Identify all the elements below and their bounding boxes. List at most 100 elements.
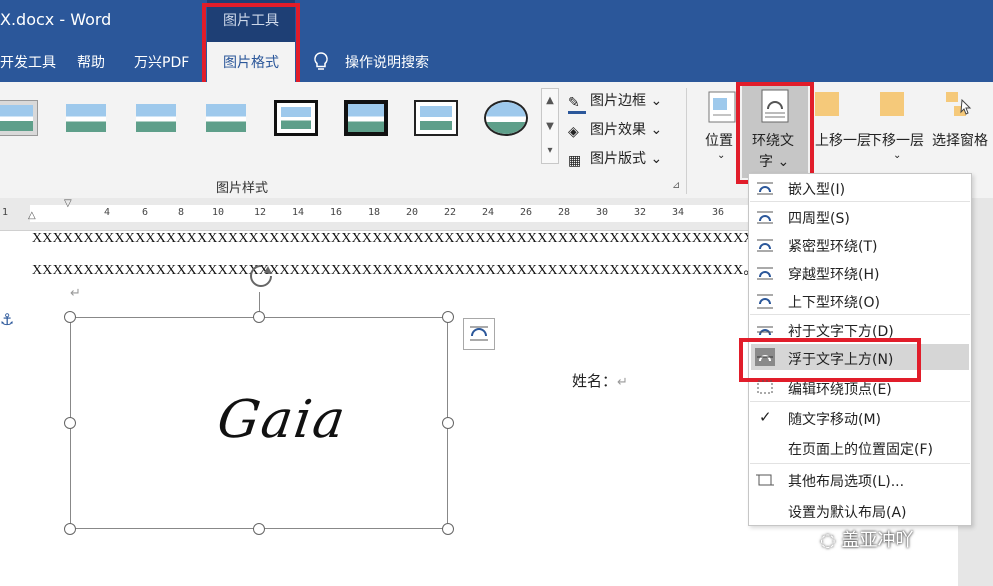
rotate-handle-icon[interactable] [246,262,276,292]
ribbon-divider [686,88,687,194]
checkmark-icon: ✓ [759,408,772,426]
highlight-picture-tools [202,3,300,87]
menu-item-set-default-layout[interactable]: 设置为默认布局(A) [788,502,907,522]
menu-item-inline[interactable]: 嵌入型(I) [788,179,845,199]
menu-item-through[interactable]: 穿越型环绕(H) [788,264,879,284]
resize-handle[interactable] [64,417,76,429]
ruler-tick: 12 [254,207,267,218]
tab-developer[interactable]: 开发工具 [0,52,56,72]
pen-icon: ✎ [568,95,586,114]
tab-wanxing-pdf[interactable]: 万兴PDF [134,52,189,72]
signature-text: Gaia [213,390,351,450]
anchor-icon[interactable]: ⚓ [0,310,14,329]
effects-icon: ◈ [568,124,579,140]
ruler-tick: 18 [368,207,381,218]
ruler-tick: 22 [444,207,457,218]
ruler-tick: 24 [482,207,495,218]
ruler-tick: 34 [672,207,685,218]
picture-style-1[interactable] [0,100,38,136]
tab-help[interactable]: 帮助 [77,52,105,72]
picture-style-6[interactable] [344,100,388,136]
position-icon [708,91,736,123]
menu-separator [750,401,970,402]
resize-handle[interactable] [253,311,265,323]
menu-item-square[interactable]: 四周型(S) [788,208,850,228]
resize-handle[interactable] [442,523,454,535]
ruler-tick: 8 [178,207,185,218]
ruler-tick: 36 [712,207,725,218]
highlight-in-front-of-text [739,338,921,382]
layout-options-button[interactable] [463,318,495,350]
resize-handle[interactable] [442,417,454,429]
edit-wrap-points-icon [755,378,775,396]
ruler-tick: 1 [2,207,9,218]
inline-wrap-icon [755,179,775,197]
gallery-more-icon[interactable]: ▾ [542,139,558,163]
highlight-wrap-text [736,82,814,184]
name-label: 姓名：↵ [572,372,628,390]
tight-wrap-icon [755,236,775,254]
watermark: ◌ 盖亚冲吖 [820,530,914,551]
gallery-scrollbar[interactable]: ▲ ▼ ▾ [541,88,559,164]
layout-options-icon [470,326,488,341]
more-layout-options-icon [755,471,775,489]
ruler-tick: 6 [142,207,149,218]
selection-pane-button[interactable]: 选择窗格 [932,130,988,150]
ruler-text-area [30,205,760,222]
menu-item-edit-wrap-points[interactable]: 编辑环绕顶点(E) [788,379,892,399]
position-button[interactable]: 位置 [705,130,733,150]
resize-handle[interactable] [442,311,454,323]
indent-marker-icon[interactable]: △ [28,210,36,221]
ruler-tick: 32 [634,207,647,218]
picture-style-5[interactable] [274,100,318,136]
title-bar [0,0,993,40]
menu-item-more-layout-options[interactable]: 其他布局选项(L)... [788,471,904,491]
menu-item-top-bottom[interactable]: 上下型环绕(O) [788,292,880,312]
gallery-down-icon[interactable]: ▼ [542,115,558,139]
ruler-tick: 14 [292,207,305,218]
menu-separator [750,314,970,315]
chevron-down-icon: ⌄ [717,150,726,161]
behind-text-icon [755,321,775,339]
dialog-launcher-icon[interactable]: ⊿ [672,180,680,191]
send-backward-button[interactable]: 下移一层 [868,130,924,150]
picture-style-4[interactable] [204,100,248,136]
menu-separator [750,201,970,202]
tell-me-search[interactable]: 操作说明搜索 [345,52,429,72]
lightbulb-icon [314,52,328,70]
ruler-tick: 28 [558,207,571,218]
resize-handle[interactable] [64,311,76,323]
ruler-tick: 16 [330,207,343,218]
send-backward-icon [880,92,904,116]
bring-forward-button[interactable]: 上移一层 [815,130,871,150]
picture-border-button[interactable]: ✎ 图片边框 ⌄ [568,90,662,114]
through-wrap-icon [755,264,775,282]
top-bottom-wrap-icon [755,292,775,310]
picture-style-8[interactable] [484,100,528,136]
chevron-down-icon: ⌄ [893,150,902,161]
picture-style-7[interactable] [414,100,458,136]
resize-handle[interactable] [253,523,265,535]
ruler-tick: 30 [596,207,609,218]
ruler-tick: 26 [520,207,533,218]
layout-icon: ▦ [568,153,582,169]
picture-effects-button[interactable]: ◈ 图片效果 ⌄ [568,119,662,140]
selection-pane-icon [946,92,972,116]
resize-handle[interactable] [64,523,76,535]
first-line-indent-icon[interactable]: ▽ [64,198,72,209]
ruler-tick: 10 [212,207,225,218]
bring-forward-icon [815,92,839,116]
wechat-icon: ◌ [820,530,836,551]
menu-item-move-with-text[interactable]: 随文字移动(M) [788,409,881,429]
menu-separator [750,463,970,464]
ruler-tick: 20 [406,207,419,218]
document-text-line[interactable]: XXXXXXXXXXXXXXXXXXXXXXXXXXXXXXXXXXXXXXXX… [32,259,748,279]
picture-style-3[interactable] [134,100,178,136]
menu-item-tight[interactable]: 紧密型环绕(T) [788,236,877,256]
gallery-up-icon[interactable]: ▲ [542,89,558,113]
document-text-line[interactable]: XXXXXXXXXXXXXXXXXXXXXXXXXXXXXXXXXXXXXXXX… [32,231,748,247]
picture-layout-button[interactable]: ▦ 图片版式 ⌄ [568,148,662,169]
picture-style-2[interactable] [64,100,108,136]
paragraph-mark: ↵ [70,286,81,301]
menu-item-fix-position[interactable]: 在页面上的位置固定(F) [788,439,933,459]
